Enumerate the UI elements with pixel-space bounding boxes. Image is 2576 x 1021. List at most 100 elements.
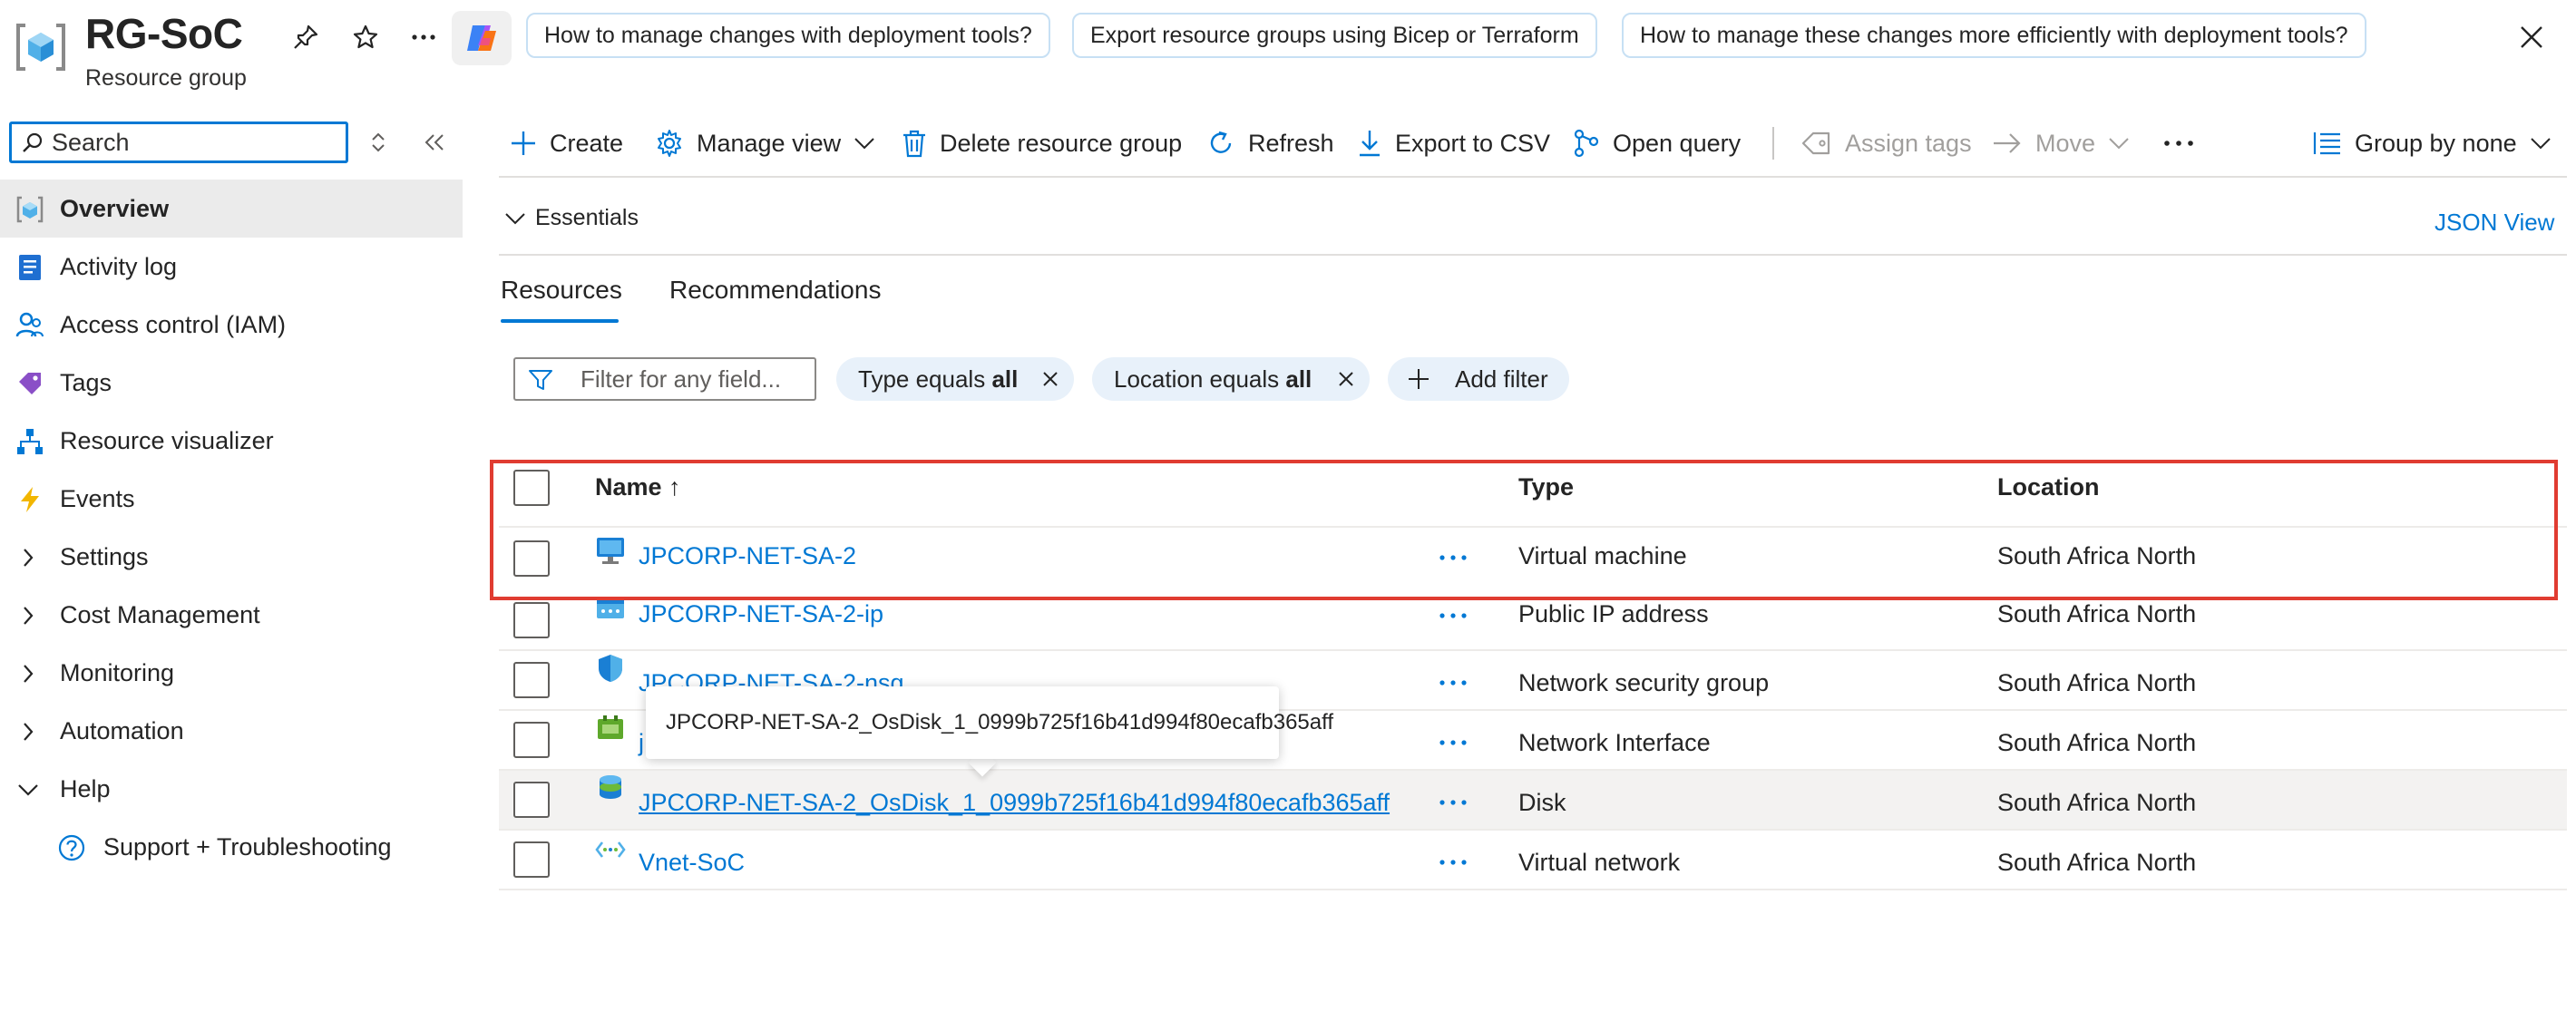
- sidebar-item-activity-log[interactable]: Activity log: [0, 238, 463, 296]
- refresh-button[interactable]: Refresh: [1206, 116, 1334, 170]
- chevron-down-icon: [2530, 138, 2551, 150]
- resource-name-link[interactable]: JPCORP-NET-SA-2-ip: [639, 600, 883, 628]
- close-icon[interactable]: [2511, 16, 2552, 58]
- sidebar-item-label: Help: [60, 774, 111, 802]
- json-view-link[interactable]: JSON View: [2435, 209, 2554, 237]
- sidebar-item-support-troubleshooting[interactable]: Support + Troubleshooting: [0, 818, 463, 876]
- sidebar-item-events[interactable]: Events: [0, 470, 463, 528]
- delete-resource-group-button[interactable]: Delete resource group: [902, 116, 1182, 170]
- row-more-icon[interactable]: [1433, 544, 1473, 571]
- group-list-icon: [2313, 132, 2340, 155]
- manage-view-button[interactable]: Manage view: [655, 116, 875, 170]
- row-more-icon[interactable]: [1433, 729, 1473, 756]
- nsg-shield-icon: [595, 653, 626, 684]
- chevron-down-icon: [2109, 138, 2129, 150]
- plus-icon: [512, 131, 535, 155]
- copilot-icon: [467, 25, 496, 51]
- table-row[interactable]: Vnet-SoC Virtual network South Africa No…: [499, 831, 2567, 890]
- chevron-down-icon: [854, 138, 874, 150]
- move-label: Move: [2035, 129, 2096, 157]
- location-filter-pill[interactable]: Location equals all: [1092, 357, 1370, 401]
- sidebar-item-cost-management[interactable]: Cost Management: [0, 586, 463, 644]
- active-tab-indicator: [501, 319, 619, 323]
- column-header-name[interactable]: Name ↑: [595, 473, 681, 501]
- row-more-icon[interactable]: [1433, 849, 1473, 876]
- suggestion-chip-manage-efficiently[interactable]: How to manage these changes more efficie…: [1622, 13, 2366, 58]
- row-more-icon[interactable]: [1433, 669, 1473, 696]
- resource-name-link[interactable]: j: [639, 729, 644, 757]
- pin-icon[interactable]: [287, 18, 325, 56]
- sidebar-item-help[interactable]: Help: [0, 760, 463, 818]
- more-commands-icon[interactable]: [2162, 116, 2208, 170]
- type-filter-text: Type equals all: [858, 365, 1019, 393]
- create-button[interactable]: Create: [510, 116, 623, 170]
- copilot-button[interactable]: [452, 11, 512, 65]
- suggestion-chip-deployment-tools[interactable]: How to manage changes with deployment to…: [526, 13, 1050, 58]
- table-row[interactable]: JPCORP-NET-SA-2_OsDisk_1_0999b725f16b41d…: [499, 771, 2567, 831]
- export-csv-button[interactable]: Export to CSV: [1357, 116, 1550, 170]
- filter-input[interactable]: [581, 359, 807, 399]
- sidebar-item-overview[interactable]: Overview: [0, 180, 463, 238]
- page-header: RG-SoC Resource group How to manage chan…: [0, 0, 2576, 107]
- resource-group-logo-icon: [16, 24, 65, 71]
- sort-toggle-icon[interactable]: [363, 127, 394, 158]
- plus-icon: [1406, 366, 1431, 392]
- more-options-icon[interactable]: [405, 18, 443, 56]
- resource-type: Public IP address: [1518, 600, 1709, 627]
- move-button[interactable]: Move: [1992, 116, 2130, 170]
- type-filter-pill[interactable]: Type equals all: [836, 357, 1074, 401]
- row-checkbox[interactable]: [513, 722, 550, 758]
- sidebar-search[interactable]: [9, 122, 348, 163]
- resource-name-tooltip: JPCORP-NET-SA-2_OsDisk_1_0999b725f16b41d…: [646, 686, 1333, 759]
- virtual-machine-icon: [595, 535, 626, 566]
- filter-field[interactable]: [513, 357, 816, 401]
- group-by-button[interactable]: Group by none: [2313, 116, 2552, 170]
- sidebar-item-monitoring[interactable]: Monitoring: [0, 644, 463, 702]
- row-checkbox[interactable]: [513, 662, 550, 698]
- collapse-sidebar-icon[interactable]: [419, 127, 450, 158]
- essentials-toggle[interactable]: Essentials: [504, 205, 639, 231]
- select-all-checkbox[interactable]: [513, 470, 550, 506]
- sidebar-item-resource-visualizer[interactable]: Resource visualizer: [0, 412, 463, 470]
- sidebar-item-label: Automation: [60, 716, 184, 744]
- row-more-icon[interactable]: [1433, 789, 1473, 816]
- sidebar-item-access-control[interactable]: Access control (IAM): [0, 296, 463, 354]
- arrow-right-icon: [1994, 133, 2021, 153]
- search-input[interactable]: [52, 124, 342, 160]
- resource-name-link[interactable]: JPCORP-NET-SA-2: [639, 542, 856, 570]
- tab-resources[interactable]: Resources: [501, 276, 622, 305]
- sidebar-item-label: Monitoring: [60, 658, 175, 686]
- assign-tags-button[interactable]: Assign tags: [1801, 116, 1972, 170]
- remove-type-filter-icon[interactable]: [1039, 368, 1061, 390]
- query-icon: [1574, 129, 1599, 158]
- row-checkbox[interactable]: [513, 602, 550, 638]
- row-checkbox[interactable]: [513, 841, 550, 878]
- resource-type: Network Interface: [1518, 729, 1711, 756]
- location-filter-text: Location equals all: [1114, 365, 1312, 393]
- delete-rg-label: Delete resource group: [940, 129, 1183, 157]
- tab-recommendations[interactable]: Recommendations: [669, 276, 881, 305]
- resource-type: Virtual machine: [1518, 542, 1687, 569]
- table-row[interactable]: JPCORP-NET-SA-2 Virtual machine South Af…: [499, 528, 2567, 588]
- suggestion-chip-export-bicep[interactable]: Export resource groups using Bicep or Te…: [1072, 13, 1597, 58]
- column-header-type[interactable]: Type: [1518, 473, 1574, 501]
- resource-location: South Africa North: [1997, 542, 2197, 569]
- sidebar-item-label: Cost Management: [60, 600, 260, 628]
- column-header-location[interactable]: Location: [1997, 473, 2100, 501]
- row-checkbox[interactable]: [513, 782, 550, 818]
- remove-location-filter-icon[interactable]: [1335, 368, 1357, 390]
- sidebar-item-settings[interactable]: Settings: [0, 528, 463, 586]
- open-query-button[interactable]: Open query: [1573, 116, 1741, 170]
- row-more-icon[interactable]: [1433, 602, 1473, 629]
- sidebar-item-tags[interactable]: Tags: [0, 354, 463, 412]
- sidebar-item-automation[interactable]: Automation: [0, 702, 463, 760]
- row-checkbox[interactable]: [513, 540, 550, 577]
- gear-icon: [658, 130, 681, 157]
- add-filter-button[interactable]: Add filter: [1388, 357, 1569, 401]
- chevron-down-icon: [16, 778, 40, 802]
- favorite-star-icon[interactable]: [346, 18, 385, 56]
- resource-name-link[interactable]: JPCORP-NET-SA-2_OsDisk_1_0999b725f16b41d…: [639, 789, 1390, 817]
- resource-name-link[interactable]: Vnet-SoC: [639, 849, 745, 877]
- sidebar-item-label: Tags: [60, 368, 112, 396]
- resource-location: South Africa North: [1997, 849, 2197, 876]
